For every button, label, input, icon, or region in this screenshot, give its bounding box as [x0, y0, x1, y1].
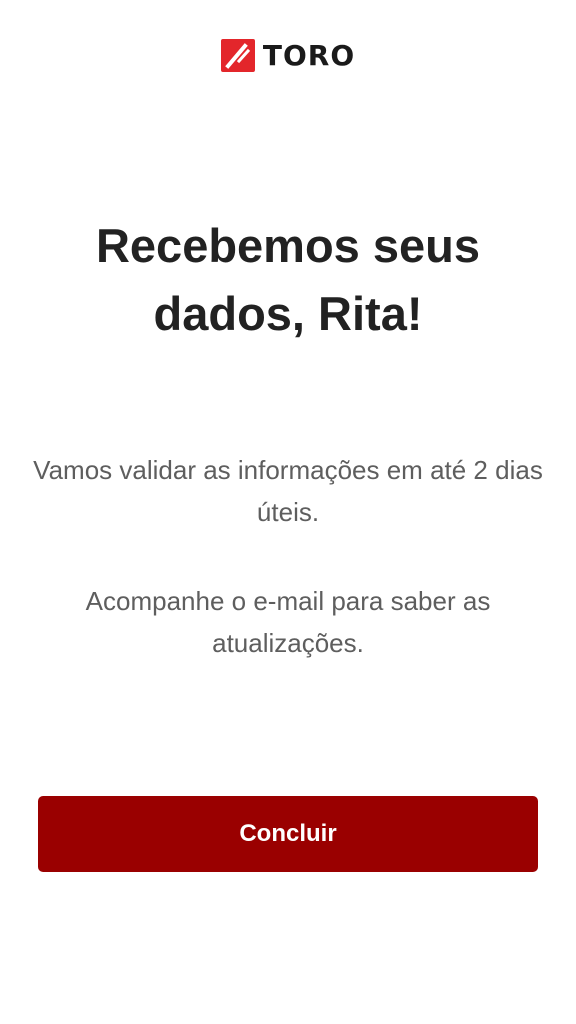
email-message: Acompanhe o e-mail para saber as atualiz… — [85, 586, 491, 658]
conclude-button[interactable]: Concluir — [38, 796, 538, 872]
brand-name: TORO — [262, 39, 356, 72]
toro-logo-icon — [220, 39, 255, 72]
brand-logo: TORO — [0, 39, 576, 72]
confirmation-title: Recebemos seus dados, Rita! — [95, 219, 481, 340]
validation-message: Vamos validar as informações em até 2 di… — [33, 455, 543, 527]
